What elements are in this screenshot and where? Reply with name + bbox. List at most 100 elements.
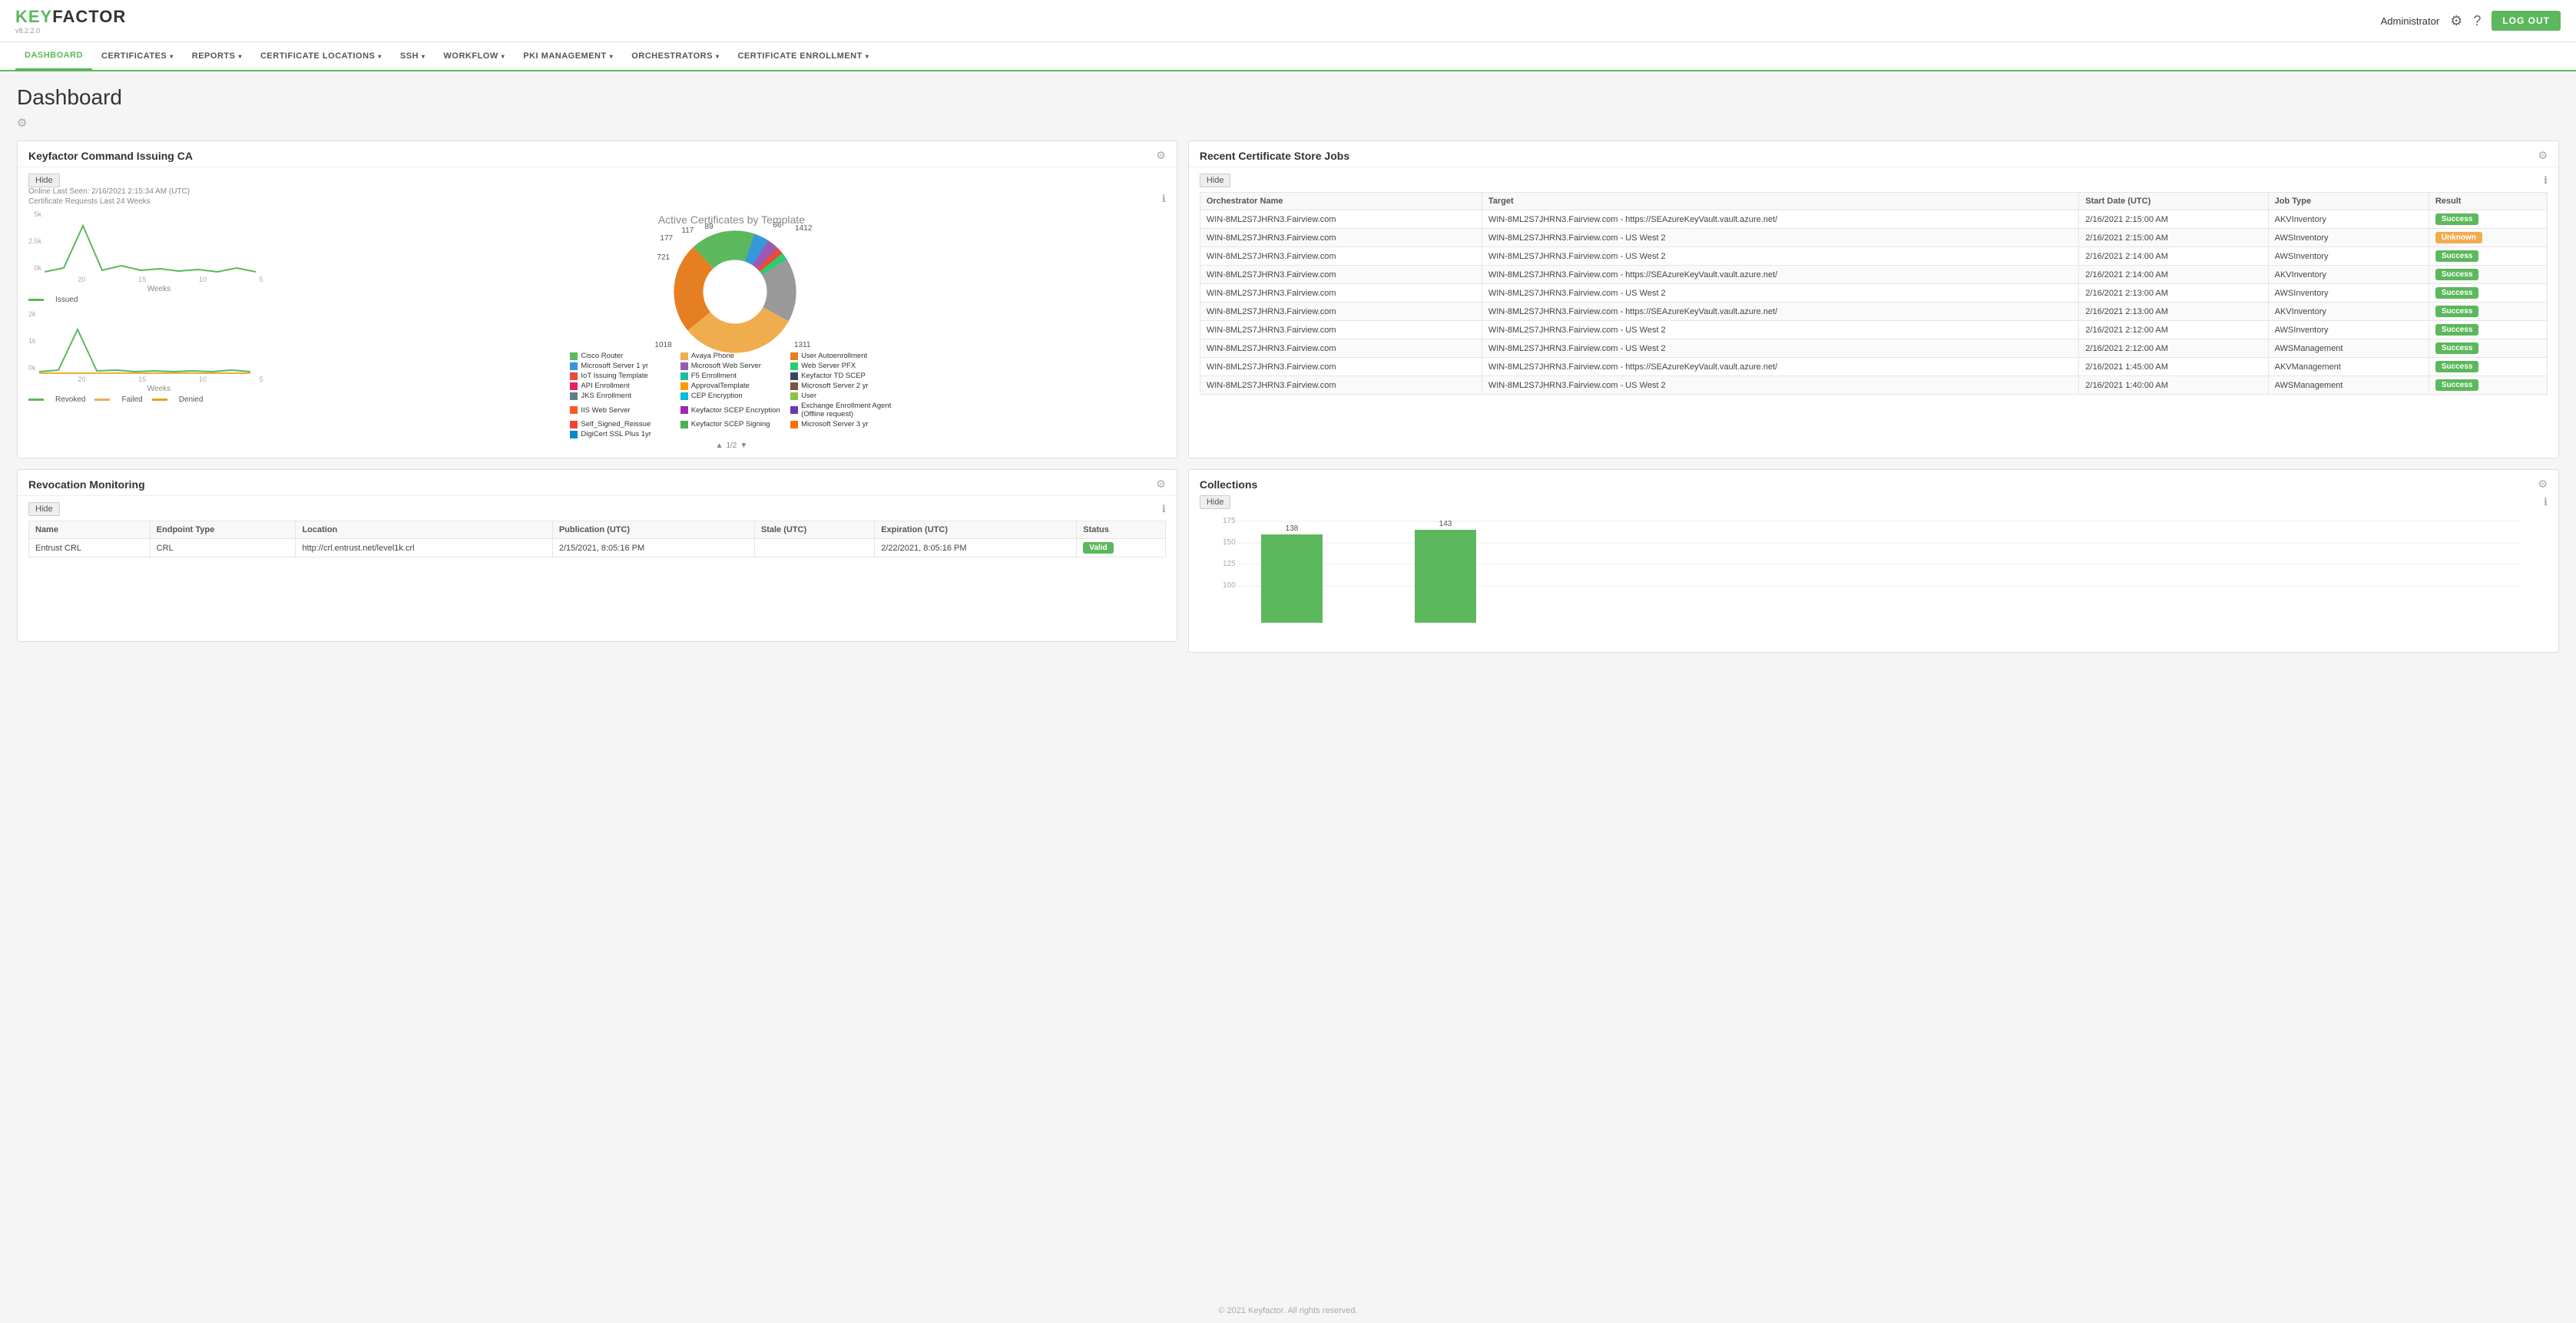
job-date: 2/16/2021 2:12:00 AM [2079, 321, 2268, 339]
pie-legend-item-user-auto: User Autoenrollment [790, 352, 892, 360]
nav-certificates[interactable]: CERTIFICATES ▾ [92, 41, 183, 71]
pie-label-117: 117 [681, 227, 694, 235]
nav-cert-enrollment-arrow: ▾ [866, 53, 869, 60]
job-orchestrator: WIN-8ML2S7JHRN3.Fairview.com [1200, 303, 1482, 321]
rev-pub: 2/15/2021, 8:05:16 PM [552, 539, 754, 557]
nav-reports[interactable]: REPORTS ▾ [183, 41, 251, 71]
pie-label-721: 721 [657, 253, 670, 262]
ca-widget: Keyfactor Command Issuing CA ⚙ Hide Onli… [17, 141, 1177, 458]
help-icon[interactable]: ? [2473, 13, 2481, 29]
job-type: AKVManagement [2268, 358, 2429, 376]
rev-col-pub: Publication (UTC) [552, 521, 754, 539]
revoked-legend-label: Revoked [55, 395, 85, 404]
collections-info-icon[interactable]: ℹ [2544, 496, 2548, 508]
result-badge: Success [2435, 213, 2479, 225]
result-badge: Unknown [2435, 232, 2482, 243]
nav-cert-locations[interactable]: CERTIFICATE LOCATIONS ▾ [251, 41, 391, 71]
collections-widget: Collections ⚙ Hide ℹ 175 150 125 [1188, 469, 2559, 653]
collections-widget-header: Collections ⚙ [1189, 470, 2558, 495]
ca-hide-button[interactable]: Hide [28, 174, 60, 187]
rev-col-name: Name [29, 521, 151, 539]
issued-chart-wrap: 5k 2.5k 0k 2015105 [28, 210, 290, 304]
pie-legend-color-avaya [680, 352, 688, 360]
nav-orchestrators[interactable]: ORCHESTRATORS ▾ [622, 41, 728, 71]
job-target: WIN-8ML2S7JHRN3.Fairview.com - US West 2 [1482, 321, 2078, 339]
jobs-col-date: Start Date (UTC) [2079, 193, 2268, 210]
job-date: 2/16/2021 2:14:00 AM [2079, 266, 2268, 284]
jobs-hide-button[interactable]: Hide [1200, 174, 1231, 187]
pie-chart-wrap: 1412 1311 1018 721 177 117 89 66 [674, 230, 789, 346]
logo: KEYFACTOR v8.2.2.0 [15, 7, 126, 35]
pie-down-arrow[interactable]: ▼ [740, 442, 747, 450]
logout-button[interactable]: LOG OUT [2492, 11, 2561, 31]
nav-cert-enrollment[interactable]: CERTIFICATE ENROLLMENT ▾ [728, 41, 878, 71]
issued-legend-dot [28, 299, 44, 301]
job-orchestrator: WIN-8ML2S7JHRN3.Fairview.com [1200, 284, 1482, 303]
result-badge: Success [2435, 324, 2479, 336]
revocation-table: Name Endpoint Type Location Publication … [28, 521, 1166, 557]
y-label-125: 125 [1223, 560, 1236, 568]
ca-settings-icon[interactable]: ⚙ [1156, 149, 1166, 162]
revocation-widget-icons: ⚙ [1156, 478, 1166, 491]
pie-legend-item-digicert: DigiCert SSL Plus 1yr [570, 430, 672, 438]
job-target: WIN-8ML2S7JHRN3.Fairview.com - https://S… [1482, 266, 2078, 284]
collections-settings-icon[interactable]: ⚙ [2538, 478, 2548, 491]
revocation-settings-icon[interactable]: ⚙ [1156, 478, 1166, 491]
ca-online-text: Online Last Seen: 2/16/2021 2:15:34 AM (… [28, 187, 190, 196]
job-result: Unknown [2429, 229, 2547, 247]
job-type: AWSManagement [2268, 339, 2429, 358]
revocation-hide-button[interactable]: Hide [28, 502, 60, 516]
job-type: AWSInventory [2268, 247, 2429, 266]
pie-legend-color-ms3yr [790, 421, 798, 428]
pie-legend-item-webpfx: Web Server PFX [790, 362, 892, 370]
revoked-weeks-label: Weeks [28, 385, 290, 393]
nav-workflow[interactable]: WORKFLOW ▾ [435, 41, 515, 71]
nav-dashboard[interactable]: DASHBOARD [15, 41, 92, 71]
settings-icon[interactable]: ⚙ [2450, 13, 2462, 29]
rev-status: Valid [1077, 539, 1166, 557]
nav-ssh[interactable]: SSH ▾ [391, 41, 435, 71]
nav-pki[interactable]: PKI MANAGEMENT ▾ [514, 41, 622, 71]
header-user: Administrator [2381, 15, 2440, 27]
issued-weeks-label: Weeks [28, 285, 290, 293]
pie-chart-area: Active Certificates by Template [297, 210, 1166, 450]
jobs-table-head: Orchestrator Name Target Start Date (UTC… [1200, 193, 2547, 210]
issued-line-chart [45, 210, 267, 276]
revocation-widget-title: Revocation Monitoring [28, 478, 145, 491]
failed-legend-label: Failed [121, 395, 142, 404]
pie-legend-color-approval [680, 382, 688, 390]
pie-legend-color-kf-scep-sign [680, 421, 688, 428]
pie-legend-item-api: API Enrollment [570, 382, 672, 390]
jobs-col-type: Job Type [2268, 193, 2429, 210]
rev-col-status: Status [1077, 521, 1166, 539]
page-settings-icon[interactable]: ⚙ [17, 116, 2559, 130]
denied-legend-label: Denied [179, 395, 204, 404]
collections-widget-icons: ⚙ [2538, 478, 2548, 491]
ca-widget-icons: ⚙ [1156, 149, 1166, 162]
jobs-table-body: WIN-8ML2S7JHRN3.Fairview.com WIN-8ML2S7J… [1200, 210, 2547, 395]
ca-requests-text: Certificate Requests Last 24 Weeks [28, 197, 190, 206]
rev-type: CRL [150, 539, 296, 557]
job-date: 2/16/2021 2:14:00 AM [2079, 247, 2268, 266]
job-result: Success [2429, 339, 2547, 358]
job-orchestrator: WIN-8ML2S7JHRN3.Fairview.com [1200, 376, 1482, 395]
pie-chart-svg [674, 230, 796, 353]
logo-text: KEYFACTOR [15, 7, 126, 27]
bar-3-label: 143 [1439, 520, 1452, 528]
job-target: WIN-8ML2S7JHRN3.Fairview.com - US West 2 [1482, 339, 2078, 358]
jobs-info-icon[interactable]: ℹ [2544, 174, 2548, 187]
ca-info-icon[interactable]: ℹ [1162, 193, 1166, 205]
revocation-header-row: Name Endpoint Type Location Publication … [29, 521, 1166, 539]
job-orchestrator: WIN-8ML2S7JHRN3.Fairview.com [1200, 229, 1482, 247]
nav-ssh-arrow: ▾ [422, 53, 425, 60]
job-type: AKVInventory [2268, 210, 2429, 229]
collections-hide-button[interactable]: Hide [1200, 495, 1231, 509]
revocation-info-icon[interactable]: ℹ [1162, 503, 1166, 515]
job-result: Success [2429, 303, 2547, 321]
jobs-settings-icon[interactable]: ⚙ [2538, 149, 2548, 162]
pie-up-arrow[interactable]: ▲ [716, 442, 723, 450]
collections-widget-content: Hide ℹ 175 150 125 100 [1189, 495, 2558, 652]
table-row: WIN-8ML2S7JHRN3.Fairview.com WIN-8ML2S7J… [1200, 358, 2547, 376]
pie-legend-color-api [570, 382, 578, 390]
pie-legend-item-kf-scep-sign: Keyfactor SCEP Signing [680, 420, 783, 428]
